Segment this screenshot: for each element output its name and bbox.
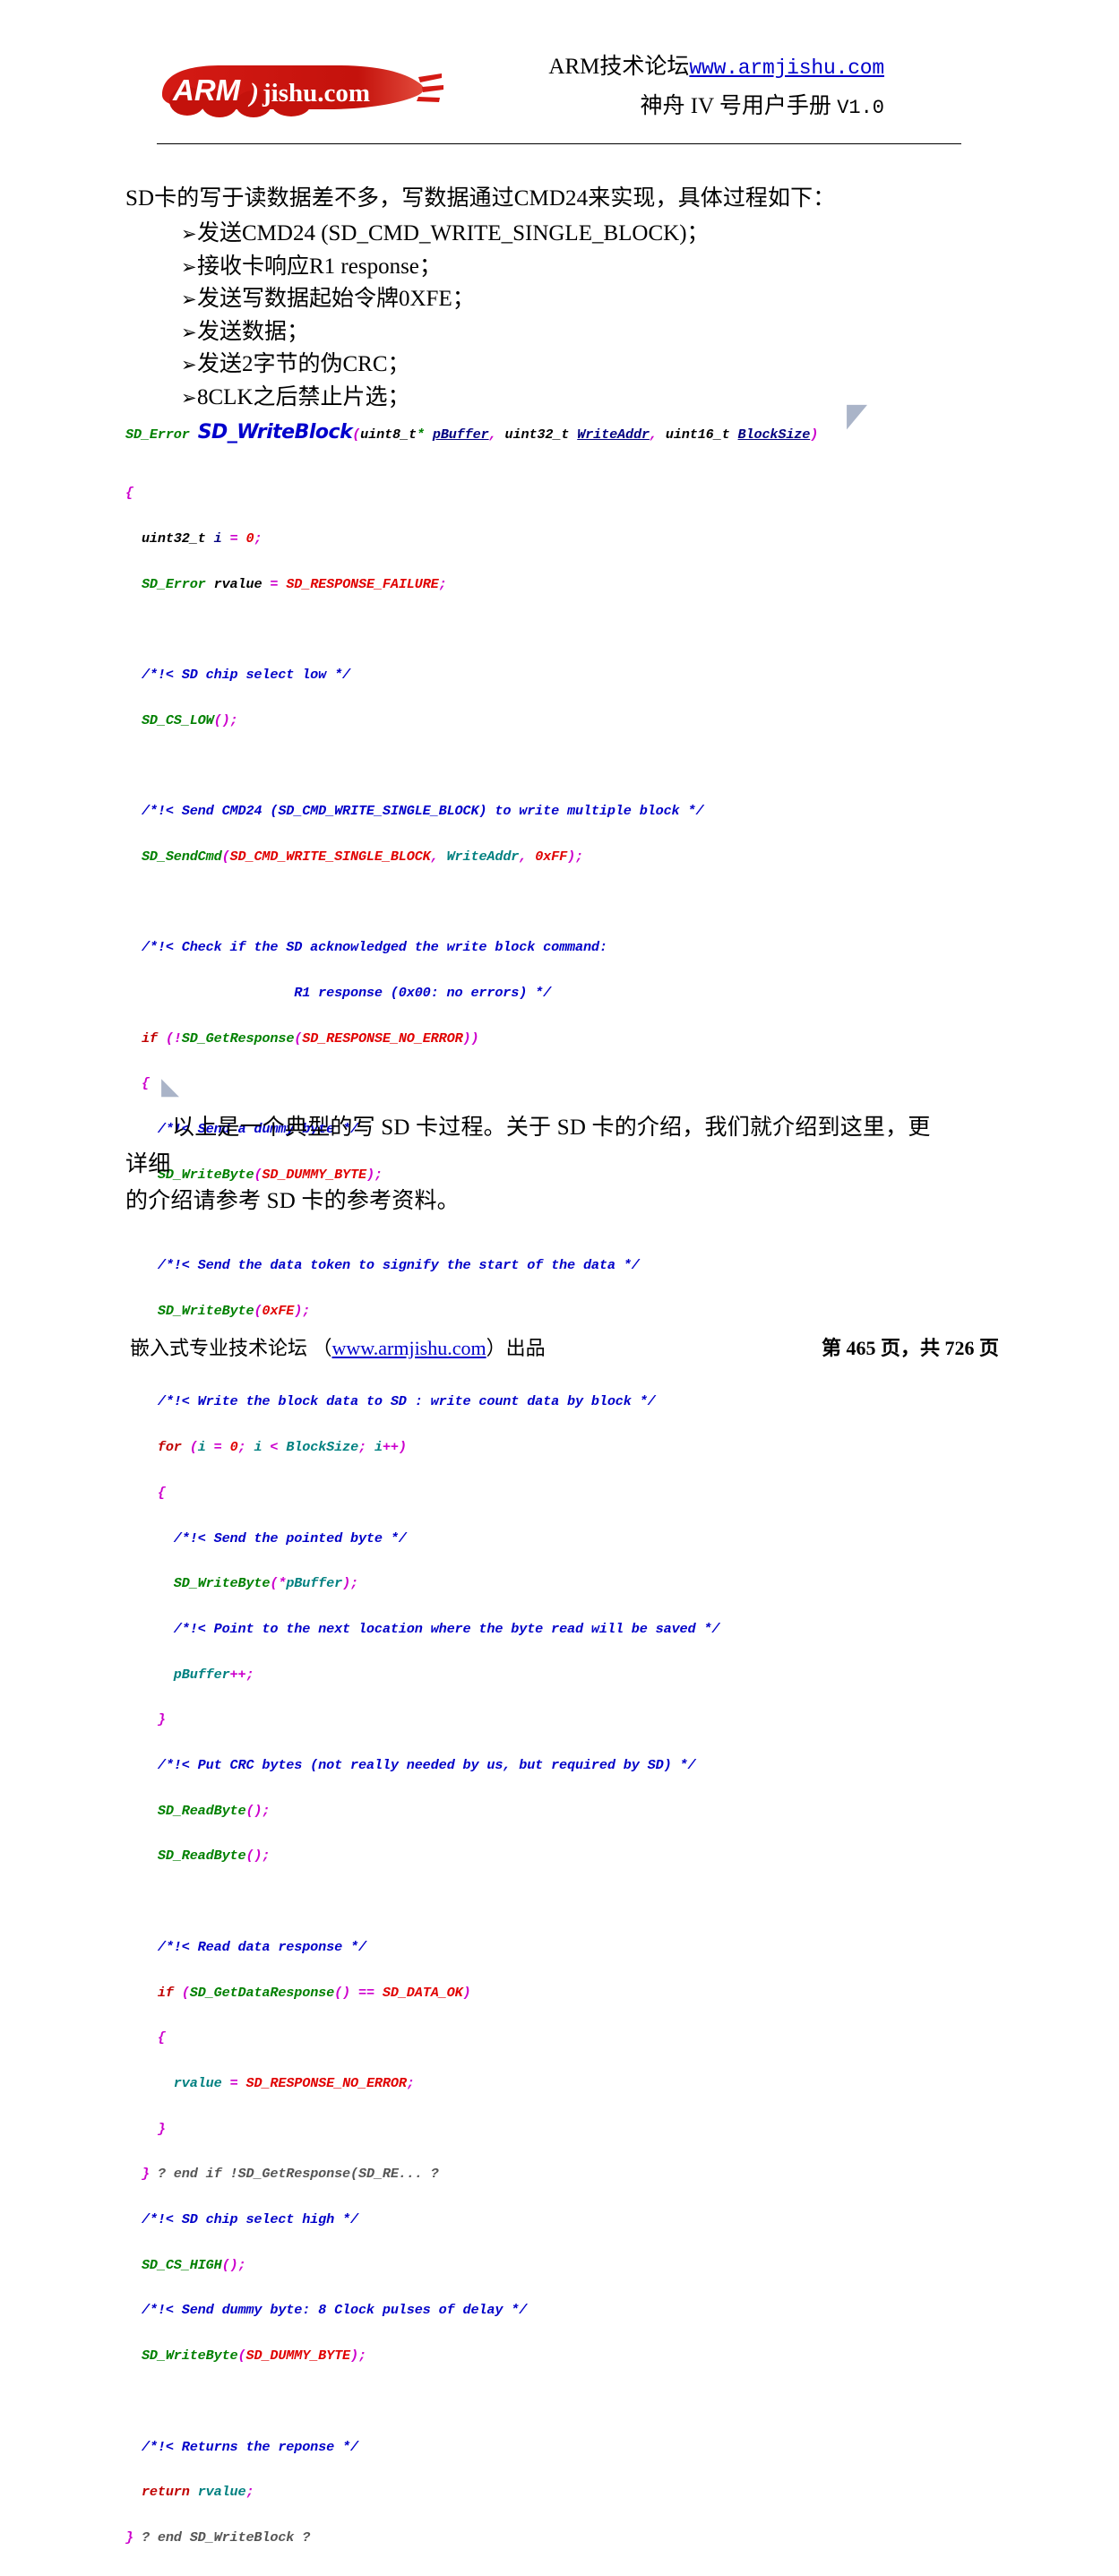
header-forum-url[interactable]: www.armjishu.com (689, 56, 884, 80)
list-item: ➢ 接收卡响应R1 response； (125, 251, 986, 284)
code-line: R1 response (0x00: no errors) */ (125, 985, 552, 1002)
bullet-arrow-icon: ➢ (181, 255, 197, 278)
code-fold-marker-icon: ◣ (161, 1073, 179, 1100)
code-line: SD_CS_HIGH(); (141, 2256, 246, 2273)
footer-credit: 嵌入式专业技术论坛 （www.armjishu.com）出品 (130, 1332, 546, 1361)
code-line: if (!SD_GetResponse(SD_RESPONSE_NO_ERROR… (141, 1030, 479, 1047)
page-label-suffix: 页 (978, 1337, 999, 1359)
list-item: ➢ 发送写数据起始令牌0XFE； (125, 283, 986, 316)
code-line: } ? end SD_WriteBlock ? (125, 2529, 311, 2546)
closing-line-1: 以上是一个典型的写 SD 卡过程。关于 SD 卡的介绍，我们就介绍到这里，更详细 (125, 1116, 931, 1176)
code-listing: SD_Error SD_WriteBlock(uint8_t* pBuffer,… (125, 380, 986, 2576)
page-footer: 嵌入式专业技术论坛 （www.armjishu.com）出品 第 465 页，共… (125, 1332, 999, 1368)
code-line: /*!< Send CMD24 (SD_CMD_WRITE_SINGLE_BLO… (141, 803, 704, 820)
code-line: if (SD_GetDataResponse() == SD_DATA_OK) (157, 1984, 471, 2001)
code-line: for (i = 0; i < BlockSize; i++) (157, 1439, 407, 1456)
document-page: ARM ) jishu.com ARM技术论坛www.armjishu.com … (0, 0, 1119, 2545)
page-label-prefix: 第 (821, 1337, 841, 1359)
bullet-arrow-icon: ➢ (181, 354, 197, 375)
header-forum-label: ARM技术论坛 (548, 55, 690, 79)
page-header: ARM ) jishu.com ARM技术论坛www.armjishu.com … (157, 52, 963, 149)
intro-paragraph: SD卡的写于读数据差不多，写数据通过CMD24来实现，具体过程如下： (125, 186, 836, 211)
footer-credit-suffix: ）出品 (486, 1337, 546, 1359)
code-line: { (157, 1484, 166, 1501)
code-line: SD_WriteByte(*pBuffer); (173, 1575, 358, 1592)
page-number-block: 第 465 页，共 726 页 (822, 1332, 999, 1361)
svg-text:ARM: ARM (172, 73, 242, 107)
code-line: pBuffer++; (173, 1666, 254, 1683)
bullet-arrow-icon: ➢ (181, 289, 197, 310)
footer-site-link[interactable]: www.armjishu.com (332, 1337, 486, 1359)
code-line: /*!< SD chip select high */ (141, 2211, 358, 2228)
code-line: SD_WriteByte(SD_DUMMY_BYTE); (141, 2348, 366, 2365)
code-line: SD_Error rvalue = SD_RESPONSE_FAILURE; (141, 575, 447, 592)
header-manual-title: 神舟 IV 号用户手册 (640, 94, 831, 118)
list-item-label: 发送CMD24 (SD_CMD_WRITE_SINGLE_BLOCK)； (197, 221, 710, 246)
code-line: { (157, 2029, 166, 2046)
page-label-mid: 页，共 (880, 1337, 940, 1359)
closing-paragraph: 以上是一个典型的写 SD 卡过程。关于 SD 卡的介绍，我们就介绍到这里，更详细… (125, 1109, 936, 1219)
list-item: ➢ 发送2字节的伪CRC； (125, 349, 986, 382)
code-line: /*!< Put CRC bytes (not really needed by… (157, 1757, 696, 1774)
list-item: ➢ 发送CMD24 (SD_CMD_WRITE_SINGLE_BLOCK)； (125, 218, 986, 251)
code-line: } (157, 1711, 166, 1728)
code-line: } (157, 2120, 166, 2137)
code-line: SD_ReadByte(); (157, 1848, 271, 1865)
list-item: ➢ 发送数据； (125, 316, 986, 349)
code-line: { (141, 1075, 150, 1092)
code-line: SD_WriteByte(0xFE); (157, 1302, 311, 1319)
closing-line-2: 的介绍请参考 SD 卡的参考资料。 (125, 1189, 460, 1213)
header-text-block: ARM技术论坛www.armjishu.com 神舟 IV 号用户手册 V1.0 (383, 52, 884, 125)
svg-text:jishu.com: jishu.com (262, 79, 370, 108)
list-item-label: 发送数据； (197, 319, 310, 344)
code-line: /*!< Check if the SD acknowledged the wr… (141, 939, 607, 956)
code-line: { (125, 485, 133, 502)
code-line: uint32_t i = 0; (141, 530, 263, 547)
code-line: SD_ReadByte(); (157, 1802, 271, 1819)
code-fold-marker-icon: ◤ (847, 396, 868, 435)
page-number: 465 (846, 1337, 876, 1359)
footer-credit-prefix: 嵌入式专业技术论坛 （ (130, 1337, 332, 1359)
list-item-label: 接收卡响应R1 response； (197, 254, 442, 279)
code-line: /*!< Point to the next location where th… (173, 1620, 720, 1637)
code-return-type: SD_Error (125, 426, 190, 443)
header-forum-line: ARM技术论坛www.armjishu.com (383, 52, 884, 83)
list-item-label: 发送2字节的伪CRC； (197, 352, 410, 376)
page-total: 726 (944, 1337, 975, 1359)
bullet-arrow-icon: ➢ (181, 223, 197, 245)
code-line: } ? end if !SD_GetResponse(SD_RE... ? (141, 2166, 439, 2183)
code-line: /*!< Write the block data to SD : write … (157, 1393, 656, 1410)
code-line: SD_CS_LOW(); (141, 711, 238, 728)
code-line: /*!< Read data response */ (157, 1938, 366, 1955)
code-function-name: SD_WriteBlock (197, 420, 353, 444)
code-line: /*!< Send the pointed byte */ (173, 1529, 407, 1546)
code-line: /*!< Returns the reponse */ (141, 2438, 358, 2455)
code-line: /*!< Send dummy byte: 8 Clock pulses of … (141, 2302, 528, 2319)
code-line: /*!< Send the data token to signify the … (157, 1257, 640, 1274)
code-line: /*!< SD chip select low */ (141, 667, 351, 684)
bullet-arrow-icon: ➢ (181, 321, 197, 343)
header-manual-version: V1.0 (837, 97, 884, 119)
code-line: return rvalue; (141, 2484, 254, 2501)
code-line: rvalue = SD_RESPONSE_NO_ERROR; (173, 2074, 415, 2091)
header-divider (157, 143, 961, 144)
header-manual-line: 神舟 IV 号用户手册 V1.0 (383, 90, 885, 125)
code-line: SD_SendCmd(SD_CMD_WRITE_SINGLE_BLOCK, Wr… (141, 848, 584, 865)
list-item-label: 发送写数据起始令牌0XFE； (197, 287, 475, 311)
